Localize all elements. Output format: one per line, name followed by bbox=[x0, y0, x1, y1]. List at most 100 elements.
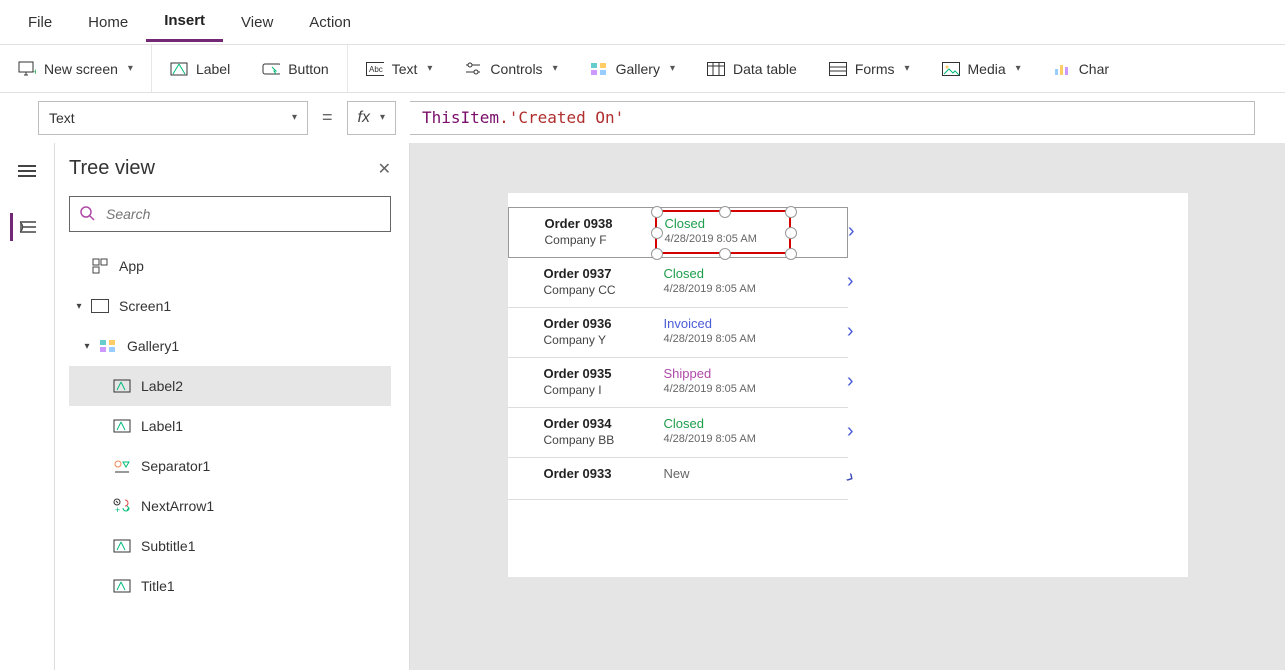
forms-button[interactable]: Forms ▾ bbox=[825, 57, 914, 81]
item-subtitle: Company CC bbox=[544, 283, 664, 297]
gallery-item[interactable]: Order 0935Company IShipped4/28/2019 8:05… bbox=[508, 358, 848, 408]
item-subtitle: Company Y bbox=[544, 333, 664, 347]
gallery-item[interactable]: Order 0934Company BBClosed4/28/2019 8:05… bbox=[508, 408, 848, 458]
item-subtitle: Company BB bbox=[544, 433, 664, 447]
chevron-down-icon: ▾ bbox=[1016, 63, 1021, 74]
label-icon bbox=[111, 378, 133, 394]
tree-item-title1[interactable]: Title1 bbox=[69, 566, 391, 606]
equals-sign: = bbox=[322, 107, 333, 128]
media-button[interactable]: Media ▾ bbox=[938, 57, 1025, 81]
data-table-icon bbox=[707, 61, 725, 77]
chevron-down-icon: ▾ bbox=[380, 112, 385, 123]
item-title: Order 0935 bbox=[544, 366, 664, 381]
item-status: Closed bbox=[664, 266, 794, 281]
tree-item-gallery1[interactable]: ▾ Gallery1 bbox=[69, 326, 391, 366]
item-title: Order 0938 bbox=[545, 216, 665, 231]
menu-action[interactable]: Action bbox=[291, 4, 369, 41]
tree-view-button[interactable] bbox=[10, 213, 42, 241]
item-date: 4/28/2019 8:05 AM bbox=[664, 433, 794, 445]
separator-icon bbox=[111, 458, 133, 474]
svg-text:+: + bbox=[115, 505, 120, 514]
svg-text:Abc: Abc bbox=[369, 65, 383, 74]
chevron-down-icon: ▾ bbox=[904, 63, 909, 74]
item-date: 4/28/2019 8:05 AM bbox=[664, 283, 794, 295]
tree-search[interactable] bbox=[69, 196, 391, 232]
gallery-item[interactable]: Order 0937Company CCClosed4/28/2019 8:05… bbox=[508, 258, 848, 308]
fx-button[interactable]: fx▾ bbox=[347, 101, 396, 135]
screen-icon bbox=[89, 299, 111, 313]
formula-bar: Text ▾ = fx▾ ThisItem.'Created On' bbox=[0, 93, 1285, 143]
label-button[interactable]: Label bbox=[166, 57, 234, 81]
screen-plus-icon: + bbox=[18, 61, 36, 77]
gallery-icon bbox=[97, 339, 119, 353]
search-icon bbox=[80, 206, 96, 222]
tree-item-app[interactable]: App bbox=[69, 246, 391, 286]
menu-home[interactable]: Home bbox=[70, 4, 146, 41]
tree-panel: Tree view ✕ App ▾ Screen1 ▾ Gallery1 bbox=[55, 143, 410, 670]
device-preview[interactable]: Order 0938Company FClosed4/28/2019 8:05 … bbox=[508, 193, 1188, 577]
hamburger-button[interactable] bbox=[11, 157, 43, 185]
item-status: Shipped bbox=[664, 366, 794, 381]
chevron-right-icon[interactable]: › bbox=[847, 370, 854, 393]
chevron-down-icon: ▾ bbox=[128, 63, 133, 74]
gallery-button[interactable]: Gallery ▾ bbox=[586, 57, 679, 81]
controls-button[interactable]: Controls ▾ bbox=[460, 57, 561, 81]
gallery-item[interactable]: Order 0933New› bbox=[508, 458, 848, 500]
gallery-icon bbox=[590, 61, 608, 77]
gallery-control[interactable]: Order 0938Company FClosed4/28/2019 8:05 … bbox=[508, 193, 1188, 500]
canvas[interactable]: Order 0938Company FClosed4/28/2019 8:05 … bbox=[410, 143, 1285, 670]
chevron-right-icon[interactable]: › bbox=[842, 466, 859, 489]
resize-handle[interactable] bbox=[785, 227, 797, 239]
resize-handle[interactable] bbox=[719, 206, 731, 218]
menu-file[interactable]: File bbox=[10, 4, 70, 41]
chevron-right-icon[interactable]: › bbox=[847, 270, 854, 293]
chevron-right-icon[interactable]: › bbox=[848, 220, 855, 243]
tree-list: App ▾ Screen1 ▾ Gallery1 Label2 Label1 bbox=[69, 246, 391, 606]
tree-title: Tree view bbox=[69, 157, 155, 180]
data-table-button[interactable]: Data table bbox=[703, 57, 801, 81]
selection-outline[interactable] bbox=[655, 210, 791, 254]
item-date: 4/28/2019 8:05 AM bbox=[664, 383, 794, 395]
button-icon bbox=[262, 61, 280, 77]
close-icon[interactable]: ✕ bbox=[378, 159, 391, 179]
search-input[interactable] bbox=[106, 206, 380, 222]
left-rail bbox=[0, 143, 55, 670]
chart-button[interactable]: Char bbox=[1049, 57, 1113, 81]
property-selector[interactable]: Text ▾ bbox=[38, 101, 308, 135]
forms-icon bbox=[829, 61, 847, 77]
gallery-item[interactable]: Order 0936 Company YInvoiced 4/28/2019 8:0… bbox=[508, 308, 848, 358]
label-icon bbox=[111, 418, 133, 434]
menu-insert[interactable]: Insert bbox=[146, 2, 223, 42]
expander-icon[interactable]: ▾ bbox=[73, 301, 85, 312]
chevron-down-icon: ▾ bbox=[292, 112, 297, 123]
label-icon bbox=[111, 578, 133, 594]
chevron-right-icon[interactable]: › bbox=[847, 420, 854, 443]
resize-handle[interactable] bbox=[651, 227, 663, 239]
tree-item-screen1[interactable]: ▾ Screen1 bbox=[69, 286, 391, 326]
tree-item-label1[interactable]: Label1 bbox=[69, 406, 391, 446]
item-title: Order 0934 bbox=[544, 416, 664, 431]
gallery-item[interactable]: Order 0938Company FClosed4/28/2019 8:05 … bbox=[508, 207, 848, 258]
chevron-down-icon: ▾ bbox=[553, 63, 558, 74]
new-screen-button[interactable]: + New screen ▾ bbox=[14, 57, 137, 81]
button-button[interactable]: Button bbox=[258, 57, 332, 81]
tree-item-subtitle1[interactable]: Subtitle1 bbox=[69, 526, 391, 566]
menu-view[interactable]: View bbox=[223, 4, 291, 41]
tree-item-label2[interactable]: Label2 bbox=[69, 366, 391, 406]
app-icon bbox=[89, 258, 111, 274]
item-title: Order 0933 bbox=[544, 466, 664, 481]
formula-input[interactable]: ThisItem.'Created On' bbox=[410, 101, 1255, 135]
menu-bar: File Home Insert View Action bbox=[0, 0, 1285, 45]
resize-handle[interactable] bbox=[785, 206, 797, 218]
item-status: Invoiced bbox=[664, 316, 794, 331]
chevron-right-icon[interactable]: › bbox=[847, 320, 854, 343]
tree-item-separator1[interactable]: Separator1 bbox=[69, 446, 391, 486]
text-button[interactable]: Abc Text ▾ bbox=[362, 57, 437, 81]
resize-handle[interactable] bbox=[651, 206, 663, 218]
item-title: Order 0936 bbox=[544, 316, 664, 331]
svg-text:+: + bbox=[33, 67, 36, 77]
tree-item-nextarrow1[interactable]: + NextArrow1 bbox=[69, 486, 391, 526]
label-icon bbox=[170, 61, 188, 77]
item-date: 4/28/2019 8:05 AM bbox=[664, 333, 794, 345]
expander-icon[interactable]: ▾ bbox=[81, 341, 93, 352]
